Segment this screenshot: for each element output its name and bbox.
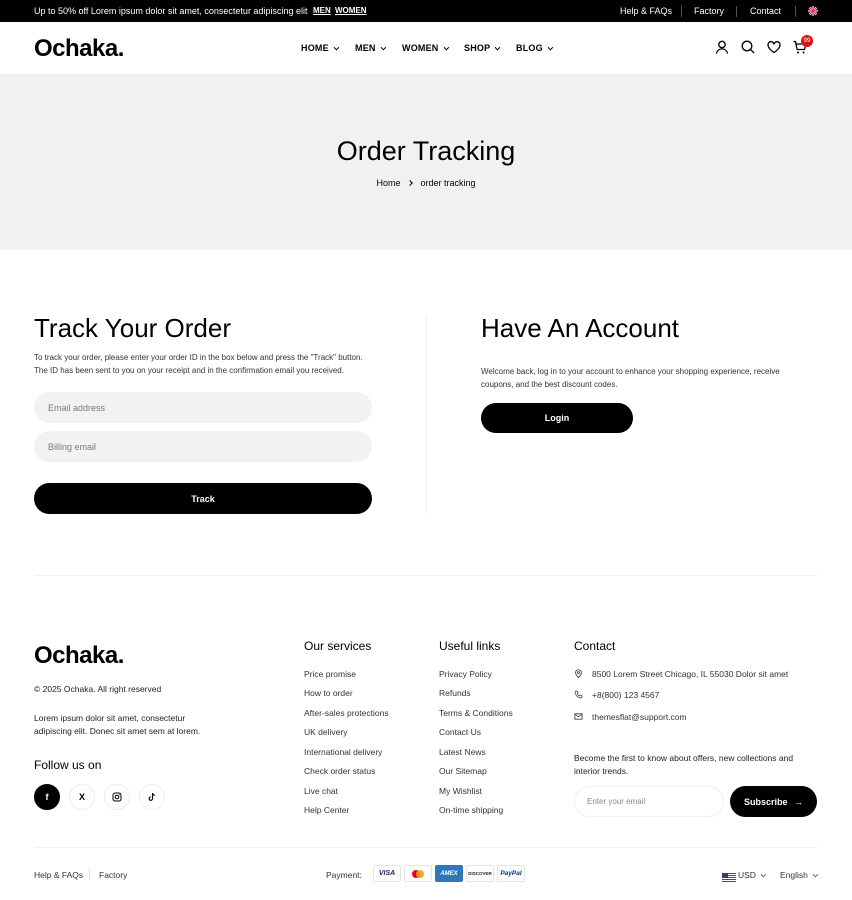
bottom-factory-link[interactable]: Factory <box>99 870 127 880</box>
footer-link[interactable]: Latest News <box>439 747 486 757</box>
chevron-down-icon <box>443 44 449 51</box>
follow-us-heading: Follow us on <box>34 758 102 772</box>
logo[interactable]: Ochaka. <box>34 35 124 63</box>
arrow-right-icon: → <box>794 796 804 807</box>
footer-link[interactable]: Contact Us <box>439 727 481 737</box>
footer-logo[interactable]: Ochaka. <box>34 642 124 670</box>
footer-link[interactable]: Our Sitemap <box>439 766 487 776</box>
top-bar: Up to 50% off Lorem ipsum dolor sit amet… <box>0 0 852 22</box>
topbar-divider <box>681 6 682 17</box>
contact-phone[interactable]: +8(800) 123 4567 <box>592 690 659 700</box>
amex-icon: AMEX <box>435 865 463 882</box>
newsletter-text: Become the first to know about offers, n… <box>574 753 794 776</box>
promo-link-women[interactable]: WOMEN <box>335 6 367 15</box>
nav-men[interactable]: MEN <box>355 43 386 53</box>
bottom-help-link[interactable]: Help & FAQs <box>34 870 83 880</box>
subscribe-button[interactable]: Subscribe → <box>730 786 817 817</box>
x-twitter-icon[interactable]: X <box>69 784 95 810</box>
breadcrumb-home[interactable]: Home <box>376 178 400 188</box>
location-pin-icon <box>575 669 582 678</box>
page-hero: Order Tracking Home order tracking <box>0 74 852 250</box>
footer-link[interactable]: Privacy Policy <box>439 669 492 679</box>
promo-link-men[interactable]: MEN <box>313 6 331 15</box>
page-title: Order Tracking <box>336 136 516 166</box>
discover-icon: DISCOVER <box>466 865 494 882</box>
facebook-icon[interactable]: f <box>34 784 60 810</box>
bottom-divider <box>34 847 817 848</box>
nav-home[interactable]: HOME <box>301 43 340 53</box>
footer-link[interactable]: International delivery <box>304 747 382 757</box>
footer-link[interactable]: Live chat <box>304 786 338 796</box>
footer-link[interactable]: UK delivery <box>304 727 347 737</box>
chevron-down-icon <box>494 44 501 51</box>
copyright-text: © 2025 Ochaka. All right reserved <box>34 684 162 694</box>
user-icon[interactable] <box>714 39 730 55</box>
account-title: Have An Account <box>481 313 680 343</box>
topbar-divider <box>795 6 796 17</box>
footer-about-text: Lorem ipsum dolor sit amet, consectetur … <box>34 713 201 736</box>
track-order-title: Track Your Order <box>34 313 232 343</box>
payment-label: Payment: <box>326 870 362 880</box>
topbar-factory-link[interactable]: Factory <box>694 6 724 16</box>
bottom-divider-v <box>89 869 90 880</box>
footer-link[interactable]: After-sales protections <box>304 708 389 718</box>
footer-divider <box>34 575 817 576</box>
chevron-down-icon <box>380 44 386 51</box>
tiktok-icon[interactable] <box>139 784 165 810</box>
paypal-icon: PayPal <box>497 865 525 882</box>
breadcrumb-current: order tracking <box>420 178 476 188</box>
billing-email-field[interactable] <box>34 431 372 462</box>
nav-women[interactable]: WOMEN <box>402 43 449 53</box>
currency-select[interactable]: USD <box>738 870 767 880</box>
site-header: Ochaka. HOME MEN WOMEN SHOP BLOG <box>0 22 852 74</box>
mastercard-icon <box>404 865 432 882</box>
contact-heading: Contact <box>574 639 616 653</box>
nav-blog[interactable]: BLOG <box>516 43 554 53</box>
visa-icon: VISA <box>373 865 401 882</box>
login-button[interactable]: Login <box>481 403 633 433</box>
nav-shop[interactable]: SHOP <box>464 43 501 53</box>
footer-link[interactable]: Price promise <box>304 669 356 679</box>
footer-link[interactable]: How to order <box>304 688 353 698</box>
cart-count-badge: 99 <box>801 35 813 47</box>
promo-text: Up to 50% off Lorem ipsum dolor sit amet… <box>34 6 308 16</box>
topbar-help-link[interactable]: Help & FAQs <box>620 6 672 16</box>
footer-link[interactable]: Check order status <box>304 766 375 776</box>
search-icon[interactable] <box>740 39 756 55</box>
chevron-down-icon <box>760 871 767 878</box>
heart-icon[interactable] <box>766 39 782 55</box>
chevron-down-icon <box>333 44 340 51</box>
newsletter-email-input[interactable] <box>574 786 724 817</box>
footer-link[interactable]: Terms & Conditions <box>439 708 513 718</box>
email-field[interactable] <box>34 392 372 423</box>
section-divider <box>426 316 427 514</box>
phone-icon <box>574 690 583 699</box>
chevron-down-icon <box>547 44 554 51</box>
mail-icon <box>574 713 583 720</box>
useful-links-heading: Useful links <box>439 639 501 653</box>
breadcrumb: Home order tracking <box>0 178 852 188</box>
track-order-description: To track your order, please enter your o… <box>34 353 363 375</box>
us-flag-icon <box>722 869 736 882</box>
language-select[interactable]: English <box>780 870 819 880</box>
account-description: Welcome back, log in to your account to … <box>481 367 780 389</box>
chevron-right-icon <box>407 180 414 186</box>
uk-flag-icon[interactable] <box>808 6 818 16</box>
topbar-divider <box>736 6 737 17</box>
instagram-icon[interactable] <box>104 784 130 810</box>
contact-address: 8500 Lorem Street Chicago, IL 55030 Dolo… <box>592 669 789 679</box>
chevron-down-icon <box>812 871 819 878</box>
services-heading: Our services <box>304 639 372 653</box>
footer-link[interactable]: On-time shipping <box>439 805 503 815</box>
footer-link[interactable]: Help Center <box>304 805 349 815</box>
topbar-contact-link[interactable]: Contact <box>750 6 781 16</box>
footer-link[interactable]: Refunds <box>439 688 471 698</box>
footer-link[interactable]: My Wishlist <box>439 786 482 796</box>
contact-email[interactable]: themesflat@support.com <box>592 712 687 722</box>
track-button[interactable]: Track <box>34 483 372 514</box>
